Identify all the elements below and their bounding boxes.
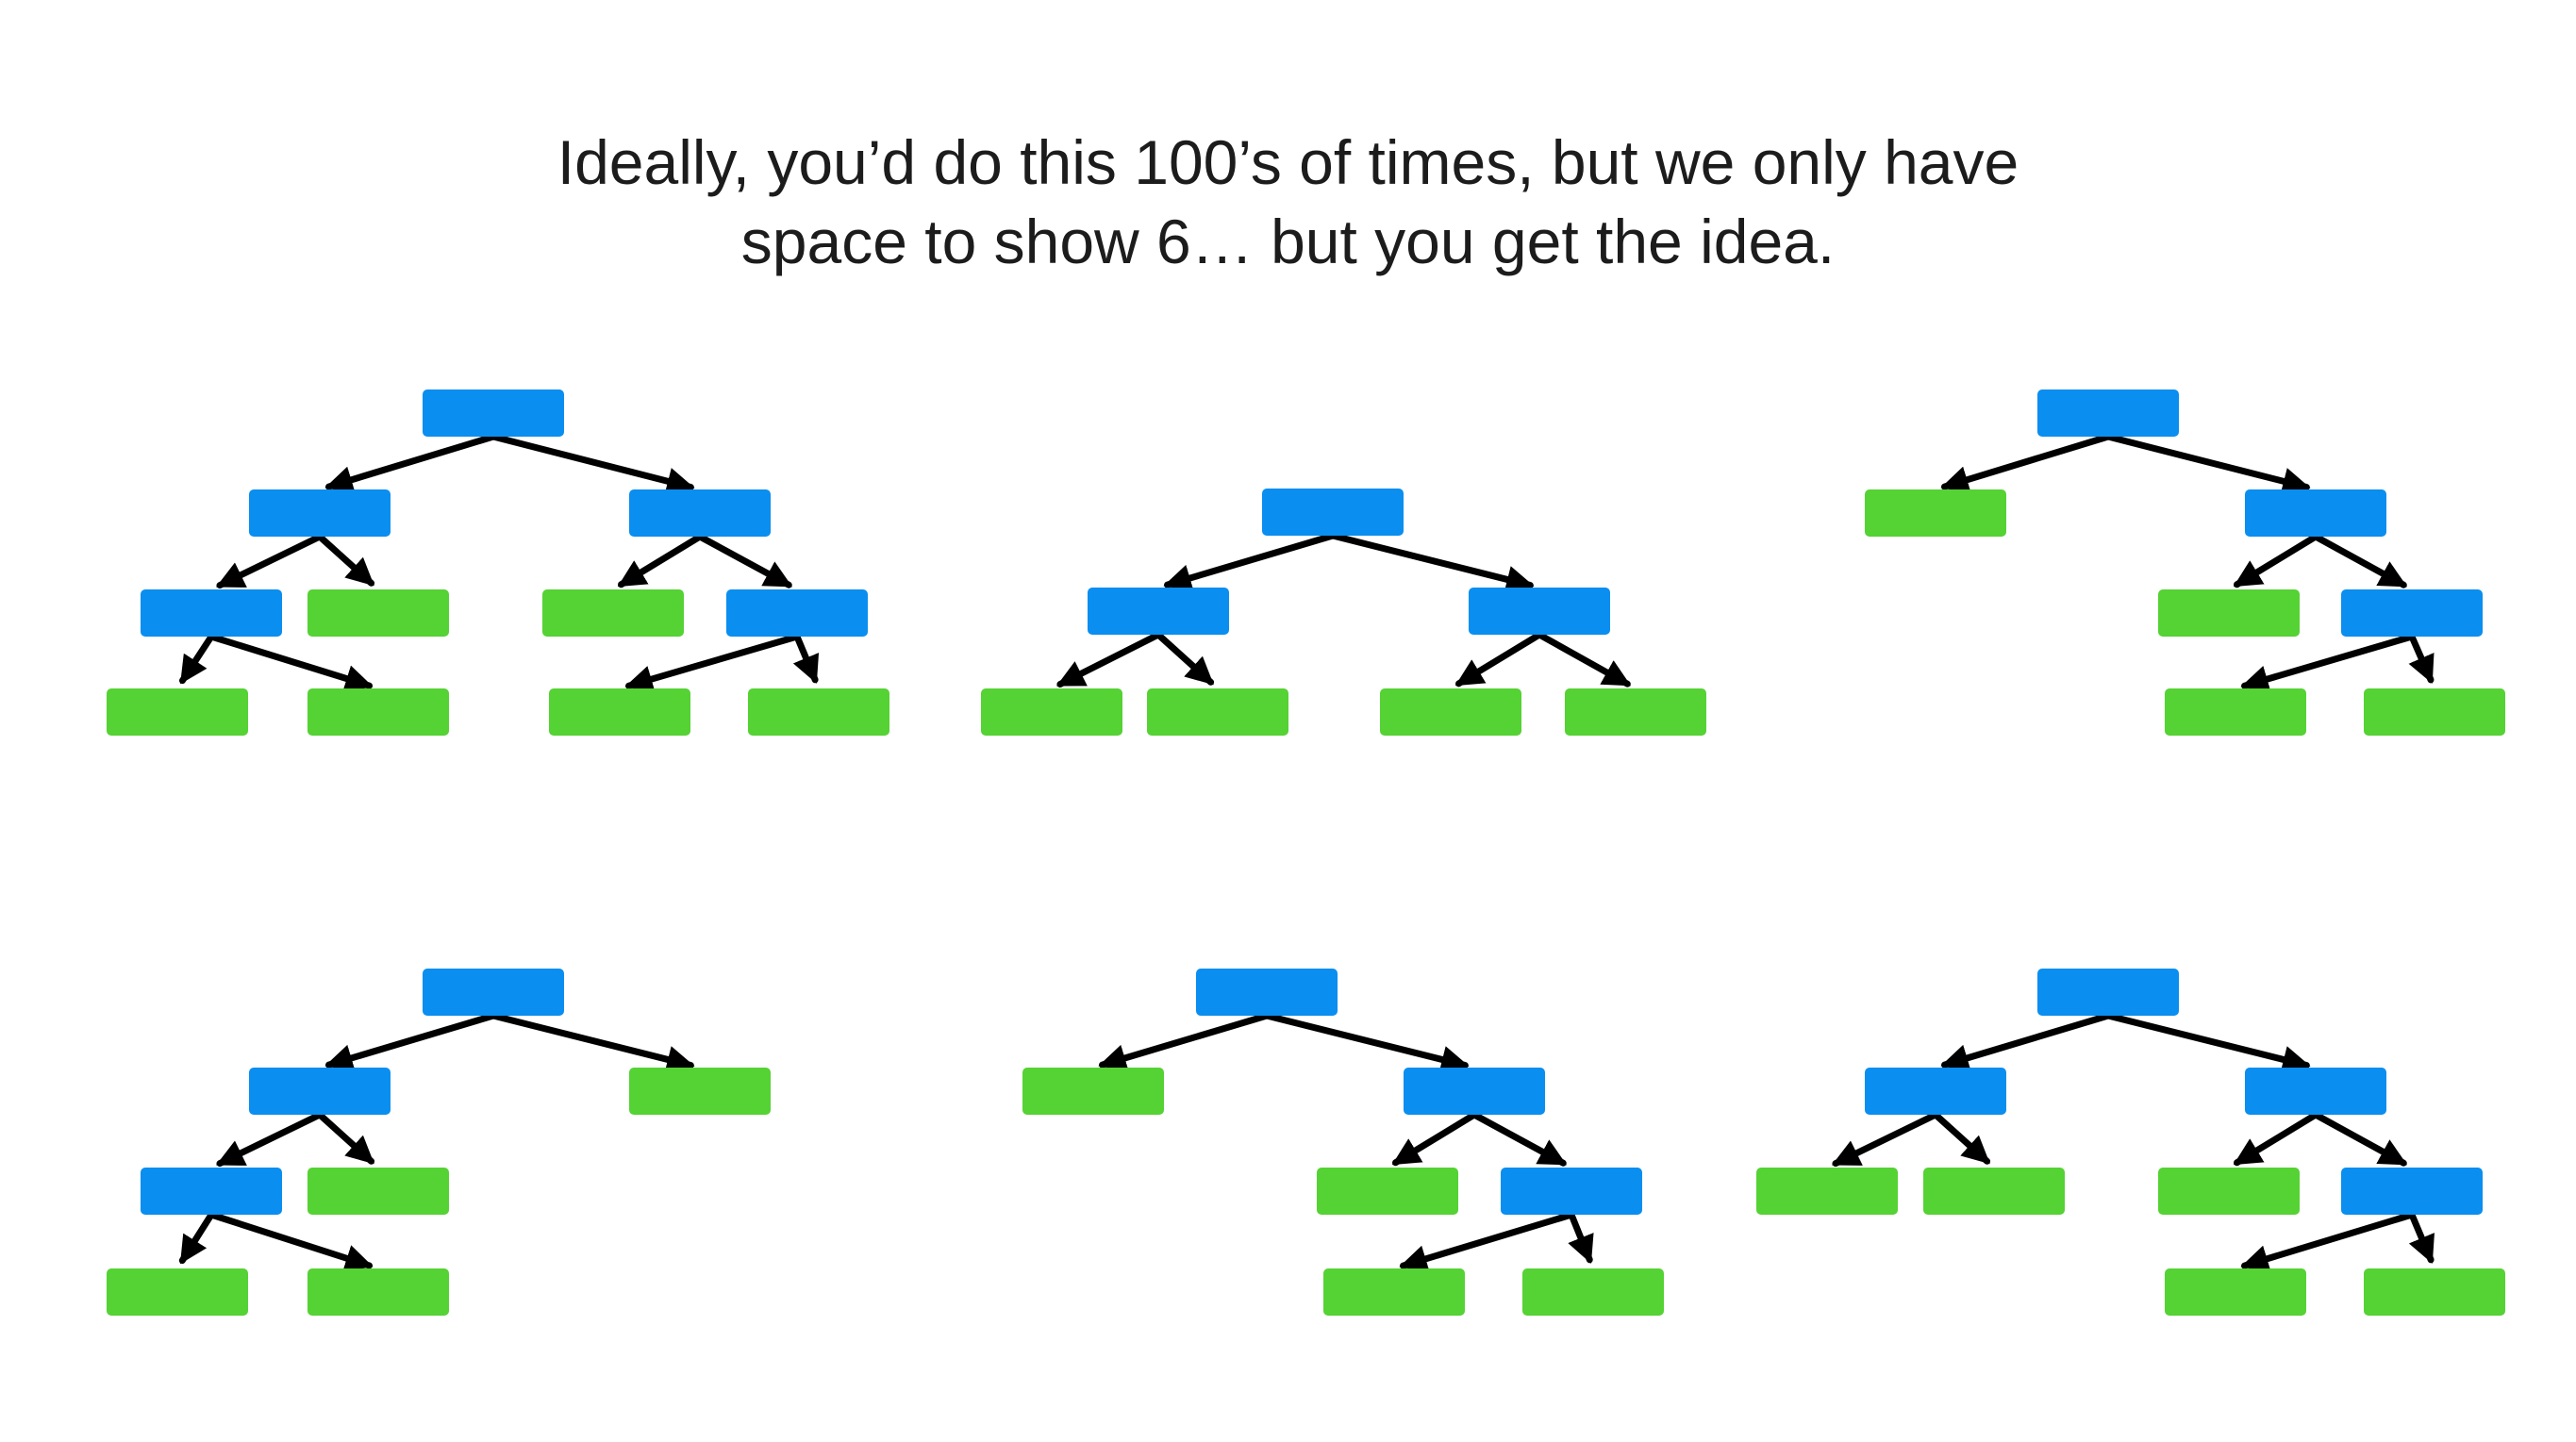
tree-4 bbox=[107, 969, 771, 1316]
internal-node bbox=[249, 489, 391, 537]
tree-6 bbox=[1756, 969, 2505, 1316]
edge-arrow bbox=[696, 533, 793, 588]
leaf-node bbox=[307, 1168, 449, 1215]
leaf-node bbox=[307, 688, 449, 736]
edge-arrow bbox=[178, 633, 215, 685]
edge-arrow bbox=[2408, 1211, 2435, 1264]
edge-arrow bbox=[1055, 631, 1162, 688]
leaf-node bbox=[542, 589, 684, 637]
internal-node bbox=[1501, 1168, 1642, 1215]
edge-arrow bbox=[1163, 532, 1337, 592]
internal-node bbox=[629, 489, 771, 537]
leaf-node bbox=[748, 688, 889, 736]
edge-arrow bbox=[316, 1111, 375, 1165]
edge-arrow bbox=[216, 533, 324, 589]
leaf-node bbox=[1022, 1068, 1164, 1115]
edge-arrow bbox=[2233, 533, 2319, 588]
edge-arrow bbox=[2408, 633, 2435, 684]
leaf-node bbox=[2158, 1168, 2300, 1215]
tree-5 bbox=[1022, 969, 1664, 1316]
edge-arrow bbox=[178, 1211, 215, 1265]
internal-node bbox=[1196, 969, 1338, 1016]
internal-node bbox=[2245, 1068, 2386, 1115]
edge-arrow bbox=[1940, 1012, 2112, 1072]
edge-arrow bbox=[1454, 631, 1543, 688]
edge-arrow bbox=[1940, 433, 2112, 493]
edge-arrow bbox=[1391, 1111, 1478, 1167]
edge-arrow bbox=[2240, 1211, 2416, 1272]
edge-arrow bbox=[490, 1012, 695, 1073]
leaf-node bbox=[629, 1068, 771, 1115]
leaf-node bbox=[307, 589, 449, 637]
edge-arrow bbox=[2104, 433, 2311, 495]
internal-node bbox=[2341, 589, 2483, 637]
tree-2 bbox=[981, 489, 1706, 736]
edge-arrow bbox=[1399, 1211, 1575, 1272]
internal-node bbox=[423, 390, 564, 437]
edge-arrow bbox=[1536, 631, 1632, 688]
edge-arrow bbox=[324, 1012, 497, 1072]
edge-arrow bbox=[1263, 1012, 1470, 1073]
decision-trees-diagram bbox=[107, 390, 2505, 1316]
leaf-node bbox=[2364, 688, 2505, 736]
internal-node bbox=[1262, 489, 1404, 536]
internal-node bbox=[2245, 489, 2386, 537]
leaf-node bbox=[1317, 1168, 1458, 1215]
edge-arrow bbox=[1098, 1012, 1271, 1072]
edge-arrow bbox=[624, 633, 801, 693]
edge-arrow bbox=[1155, 631, 1215, 686]
internal-node bbox=[1088, 588, 1229, 635]
edge-arrow bbox=[2233, 1111, 2319, 1167]
internal-node bbox=[1469, 588, 1610, 635]
leaf-node bbox=[2165, 1268, 2306, 1316]
edge-arrow bbox=[2312, 533, 2408, 588]
leaf-node bbox=[981, 688, 1122, 736]
leaf-node bbox=[1380, 688, 1521, 736]
edge-arrow bbox=[216, 1111, 324, 1168]
internal-node bbox=[141, 589, 282, 637]
internal-node bbox=[726, 589, 868, 637]
edge-arrow bbox=[208, 1211, 374, 1272]
internal-node bbox=[2037, 390, 2179, 437]
leaf-node bbox=[107, 688, 248, 736]
edge-arrow bbox=[617, 533, 704, 588]
edge-arrow bbox=[1568, 1211, 1594, 1264]
internal-node bbox=[2037, 969, 2179, 1016]
edge-arrow bbox=[1471, 1111, 1568, 1167]
leaf-node bbox=[107, 1268, 248, 1316]
leaf-node bbox=[1923, 1168, 2065, 1215]
edge-arrow bbox=[1932, 1111, 1991, 1165]
leaf-node bbox=[307, 1268, 449, 1316]
internal-node bbox=[249, 1068, 391, 1115]
tree-3 bbox=[1865, 390, 2505, 736]
edge-arrow bbox=[1329, 532, 1535, 593]
tree-1 bbox=[107, 390, 889, 736]
leaf-node bbox=[2165, 688, 2306, 736]
edge-arrow bbox=[316, 533, 375, 587]
internal-node bbox=[141, 1168, 282, 1215]
leaf-node bbox=[1756, 1168, 1898, 1215]
edge-arrow bbox=[2240, 633, 2416, 693]
leaf-node bbox=[1565, 688, 1706, 736]
edge-arrow bbox=[2104, 1012, 2311, 1073]
edge-arrow bbox=[792, 633, 820, 684]
leaf-node bbox=[1323, 1268, 1465, 1316]
edge-arrow bbox=[208, 633, 374, 692]
internal-node bbox=[2341, 1168, 2483, 1215]
internal-node bbox=[1865, 1068, 2006, 1115]
internal-node bbox=[1404, 1068, 1545, 1115]
leaf-node bbox=[1865, 489, 2006, 537]
leaf-node bbox=[549, 688, 690, 736]
edge-arrow bbox=[2312, 1111, 2408, 1167]
leaf-node bbox=[1147, 688, 1288, 736]
edge-arrow bbox=[324, 433, 497, 493]
internal-node bbox=[423, 969, 564, 1016]
leaf-node bbox=[1522, 1268, 1664, 1316]
edge-arrow bbox=[1832, 1111, 1939, 1168]
edge-arrow bbox=[490, 433, 695, 495]
leaf-node bbox=[2364, 1268, 2505, 1316]
leaf-node bbox=[2158, 589, 2300, 637]
